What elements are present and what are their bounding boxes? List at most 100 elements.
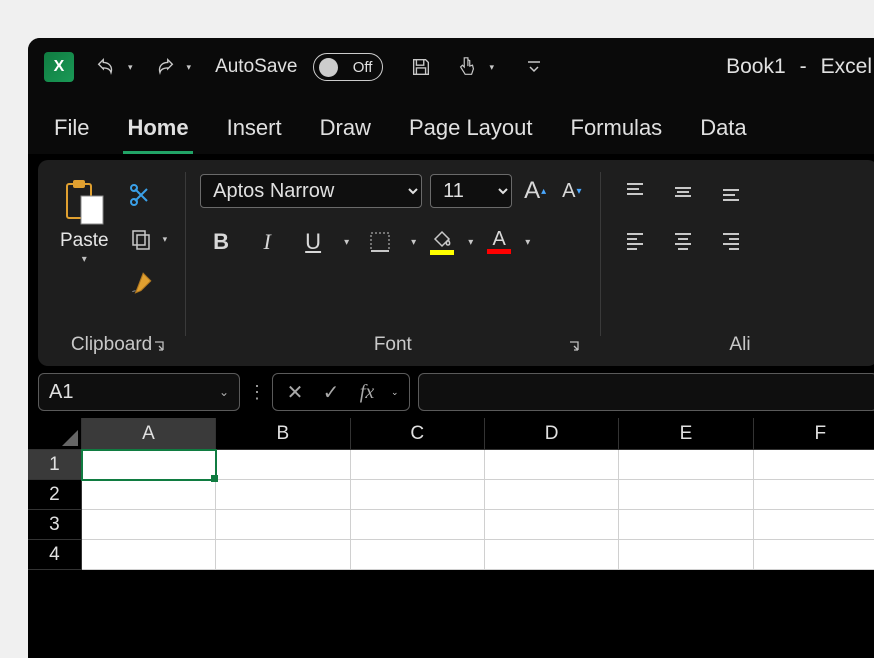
cell-D3[interactable] (485, 510, 619, 540)
name-box[interactable]: A1 ⌄ (38, 373, 240, 411)
align-top-icon (624, 181, 646, 203)
row-header-1[interactable]: 1 (28, 450, 82, 480)
bold-button[interactable]: B (200, 222, 242, 262)
column-header-D[interactable]: D (485, 418, 619, 450)
cell-A1[interactable] (82, 450, 216, 480)
align-top-button[interactable] (615, 174, 655, 210)
align-middle-icon (672, 181, 694, 203)
tab-home[interactable]: Home (123, 107, 192, 154)
underline-dropdown[interactable]: ▾ (338, 237, 355, 248)
cell-B4[interactable] (216, 540, 350, 570)
cell-A3[interactable] (82, 510, 216, 540)
touch-dropdown[interactable]: ▾ (485, 62, 498, 73)
insert-function-button[interactable]: fx (351, 376, 383, 408)
cell-C4[interactable] (351, 540, 485, 570)
row-header-3[interactable]: 3 (28, 510, 82, 540)
cell-F2[interactable] (754, 480, 874, 510)
decrease-font-button[interactable]: A▾ (558, 178, 585, 205)
cell-A2[interactable] (82, 480, 216, 510)
insert-function-dropdown[interactable]: ⌄ (387, 387, 403, 398)
cell-D2[interactable] (485, 480, 619, 510)
titlebar: X ▾ ▾ AutoSave Off ▾ (28, 38, 874, 96)
cell-E2[interactable] (619, 480, 753, 510)
customize-qat-button[interactable] (518, 51, 550, 83)
clipboard-dialog-launcher[interactable] (151, 338, 169, 356)
italic-button[interactable]: I (246, 222, 288, 262)
formula-input[interactable] (418, 373, 874, 411)
cancel-entry-button[interactable]: ✕ (279, 376, 311, 408)
formula-bar-options[interactable]: ⋮ (248, 382, 264, 403)
group-clipboard: Paste ▾ ▾ (38, 168, 185, 366)
undo-icon (95, 56, 117, 78)
font-name-select[interactable]: Aptos Narrow (200, 174, 422, 208)
underline-button[interactable]: U (292, 222, 334, 262)
touch-icon (456, 56, 478, 78)
cell-B2[interactable] (216, 480, 350, 510)
tab-file[interactable]: File (50, 107, 93, 154)
paste-button[interactable]: Paste ▾ (52, 174, 117, 269)
undo-dropdown[interactable]: ▾ (124, 62, 137, 73)
cell-E1[interactable] (619, 450, 753, 480)
tab-draw[interactable]: Draw (316, 107, 375, 154)
undo-button[interactable] (90, 51, 122, 83)
font-dialog-launcher[interactable] (566, 338, 584, 356)
column-header-E[interactable]: E (619, 418, 753, 450)
align-bottom-button[interactable] (711, 174, 751, 210)
align-center-button[interactable] (663, 222, 703, 258)
align-left-icon (624, 229, 646, 251)
cut-button[interactable] (123, 178, 159, 212)
font-group-label: Font (374, 334, 412, 356)
tab-formulas[interactable]: Formulas (567, 107, 667, 154)
excel-window: X ▾ ▾ AutoSave Off ▾ (28, 38, 874, 658)
align-middle-button[interactable] (663, 174, 703, 210)
cell-D4[interactable] (485, 540, 619, 570)
column-header-F[interactable]: F (754, 418, 874, 450)
cell-C1[interactable] (351, 450, 485, 480)
font-color-button[interactable]: A (483, 226, 515, 258)
autosave-toggle[interactable]: Off (313, 53, 383, 81)
cell-E4[interactable] (619, 540, 753, 570)
increase-font-button[interactable]: A▴ (520, 175, 550, 207)
cell-C2[interactable] (351, 480, 485, 510)
format-painter-button[interactable] (123, 266, 159, 300)
paintbrush-icon (128, 270, 154, 296)
copy-button[interactable] (123, 222, 159, 256)
align-right-button[interactable] (711, 222, 751, 258)
spreadsheet-grid: A B C D E F 1 2 3 (28, 418, 874, 570)
font-size-select[interactable]: 11 (430, 174, 512, 208)
document-title: Book1 - Excel (726, 55, 872, 79)
fill-color-button[interactable] (426, 225, 458, 259)
redo-dropdown[interactable]: ▾ (183, 62, 196, 73)
redo-button[interactable] (149, 51, 181, 83)
row-header-4[interactable]: 4 (28, 540, 82, 570)
cell-C3[interactable] (351, 510, 485, 540)
tab-insert[interactable]: Insert (223, 107, 286, 154)
fill-color-dropdown[interactable]: ▾ (462, 237, 479, 248)
borders-button[interactable] (359, 222, 401, 262)
row-header-2[interactable]: 2 (28, 480, 82, 510)
cell-F4[interactable] (754, 540, 874, 570)
name-box-dropdown[interactable]: ⌄ (219, 385, 229, 399)
group-font: Aptos Narrow 11 A▴ A▾ B (186, 168, 599, 366)
cell-E3[interactable] (619, 510, 753, 540)
tab-data[interactable]: Data (696, 107, 750, 154)
cell-B1[interactable] (216, 450, 350, 480)
tab-page-layout[interactable]: Page Layout (405, 107, 537, 154)
accept-entry-button[interactable]: ✓ (315, 376, 347, 408)
cell-A4[interactable] (82, 540, 216, 570)
column-header-C[interactable]: C (351, 418, 485, 450)
select-all-corner[interactable] (28, 418, 82, 450)
cell-B3[interactable] (216, 510, 350, 540)
cell-D1[interactable] (485, 450, 619, 480)
borders-dropdown[interactable]: ▾ (405, 237, 422, 248)
ribbon: Paste ▾ ▾ (38, 160, 874, 366)
save-button[interactable] (405, 51, 437, 83)
touch-mode-button[interactable] (451, 51, 483, 83)
align-left-button[interactable] (615, 222, 655, 258)
font-color-dropdown[interactable]: ▾ (519, 237, 536, 248)
column-header-B[interactable]: B (216, 418, 350, 450)
cell-F1[interactable] (754, 450, 874, 480)
cell-F3[interactable] (754, 510, 874, 540)
copy-dropdown[interactable]: ▾ (159, 234, 172, 245)
column-header-A[interactable]: A (82, 418, 216, 450)
